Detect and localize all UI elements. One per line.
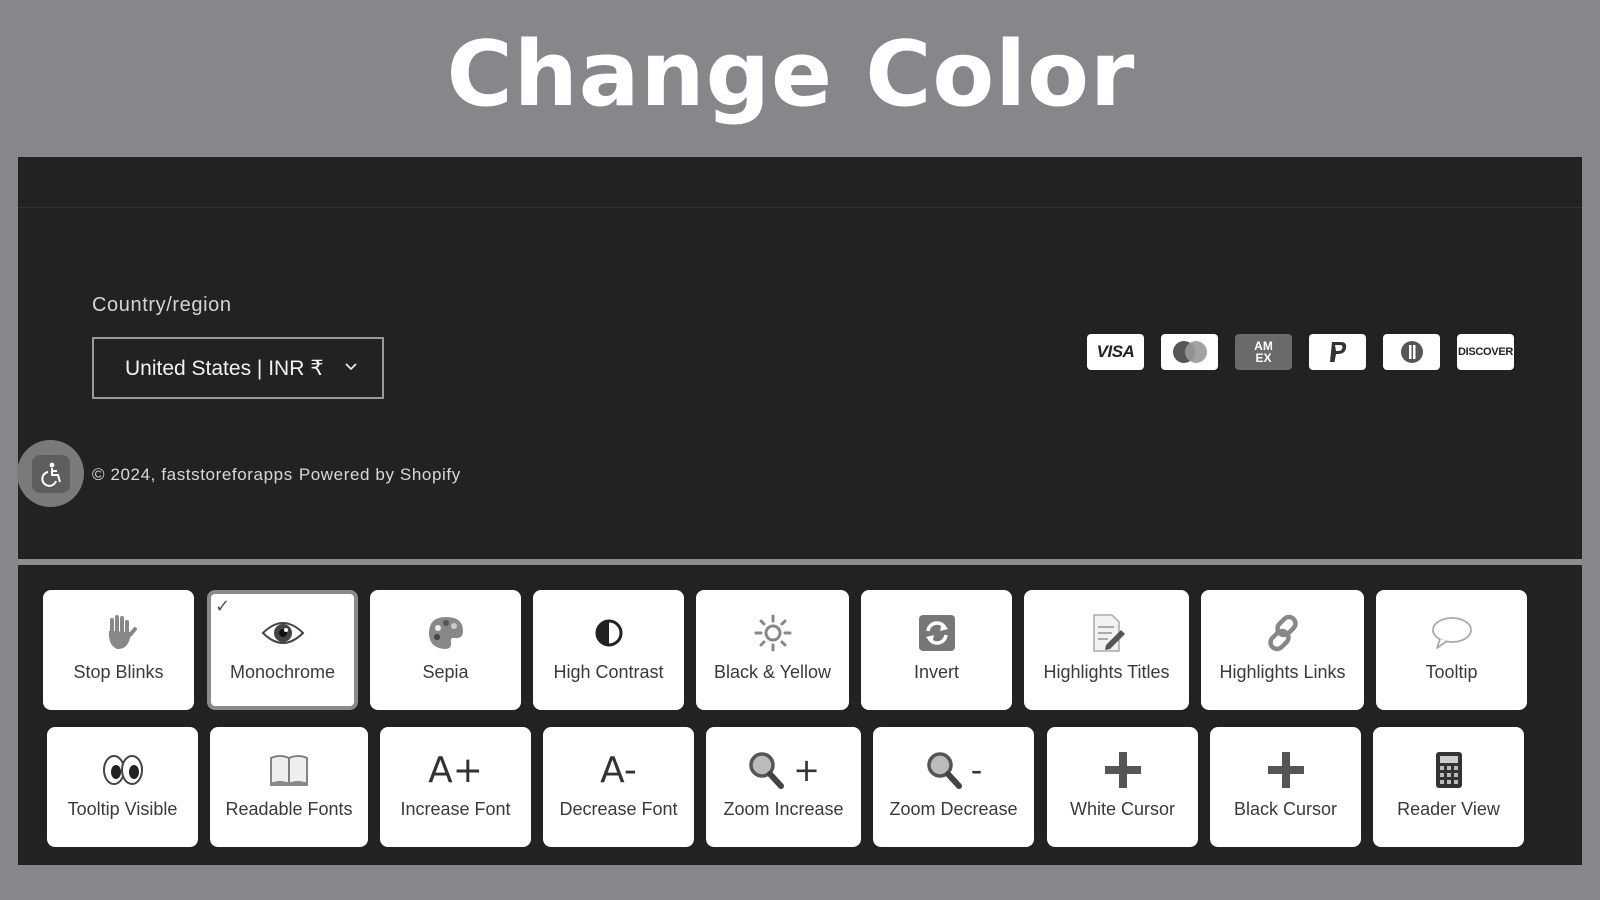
diners-icon (1383, 334, 1440, 370)
link-icon (1263, 610, 1303, 656)
tile-label: Stop Blinks (73, 662, 164, 682)
tile-label: Zoom Decrease (889, 799, 1018, 819)
powered-by-link[interactable]: Powered by Shopify (299, 465, 461, 484)
visa-icon: VISA (1087, 334, 1144, 370)
decrease-font-button[interactable]: A- Decrease Font (543, 727, 694, 847)
tile-label: Zoom Increase (723, 799, 844, 819)
palette-icon (426, 610, 466, 656)
country-select[interactable]: United States | INR ₹ (92, 337, 384, 399)
calculator-icon (1435, 747, 1463, 793)
readable-fonts-button[interactable]: Readable Fonts (210, 727, 368, 847)
accessibility-panel: Stop Blinks ✓ Monochrome Sepia High Cont… (18, 565, 1582, 865)
font-increase-icon: A+ (428, 749, 483, 791)
zoom-increase-button[interactable]: + Zoom Increase (706, 727, 861, 847)
plus-cursor-icon (1104, 747, 1142, 793)
country-label: Country/region (92, 294, 232, 316)
tile-label: High Contrast (553, 662, 664, 682)
zoom-out-icon: - (925, 747, 982, 793)
amex-icon: AM EX (1235, 334, 1292, 370)
tile-label: Tooltip (1425, 662, 1478, 682)
tile-label: Highlights Links (1219, 662, 1346, 682)
page-headline: Change Color (446, 22, 1136, 127)
tooltip-button[interactable]: Tooltip (1376, 590, 1527, 710)
copyright: © 2024, faststoreforapps Powered by Shopi… (92, 465, 467, 485)
tile-label: Invert (913, 662, 960, 682)
discover-icon: DISCOVER (1457, 334, 1514, 370)
highlight-titles-button[interactable]: Highlights Titles (1024, 590, 1189, 710)
sun-icon (753, 610, 793, 656)
check-icon: ✓ (215, 596, 231, 617)
tile-label: Readable Fonts (225, 799, 353, 819)
invert-button[interactable]: Invert (861, 590, 1012, 710)
eyes-icon (102, 747, 144, 793)
sepia-button[interactable]: Sepia (370, 590, 521, 710)
mastercard-icon (1161, 334, 1218, 370)
tooltip-visible-button[interactable]: Tooltip Visible (47, 727, 198, 847)
tile-label: Monochrome (229, 662, 336, 682)
book-icon (269, 747, 309, 793)
tile-label: Black Cursor (1233, 799, 1338, 819)
tile-label: Increase Font (400, 799, 511, 819)
increase-font-button[interactable]: A+ Increase Font (380, 727, 531, 847)
tile-label: Reader View (1397, 799, 1500, 819)
copyright-text: © 2024, faststoreforapps (92, 465, 293, 484)
invert-icon (918, 610, 956, 656)
zoom-decrease-button[interactable]: - Zoom Decrease (873, 727, 1034, 847)
accessibility-toggle-button[interactable] (17, 440, 84, 507)
plus-cursor-icon (1267, 747, 1305, 793)
wheelchair-icon (31, 454, 70, 493)
black-yellow-button[interactable]: Black & Yellow (696, 590, 849, 710)
monochrome-button[interactable]: ✓ Monochrome (207, 590, 358, 710)
tile-label: Highlights Titles (1043, 662, 1170, 682)
zoom-in-icon: + (747, 747, 820, 793)
black-cursor-button[interactable]: Black Cursor (1210, 727, 1361, 847)
tile-label: Decrease Font (559, 799, 678, 819)
contrast-icon (594, 610, 624, 656)
footer-divider (18, 207, 1582, 208)
eye-icon (261, 610, 305, 656)
chevron-down-icon (345, 363, 357, 371)
high-contrast-button[interactable]: High Contrast (533, 590, 684, 710)
font-decrease-icon: A- (600, 749, 637, 791)
tile-label: Tooltip Visible (67, 799, 178, 819)
speech-bubble-icon (1431, 610, 1473, 656)
paypal-icon (1309, 334, 1366, 370)
country-value: United States | INR ₹ (125, 356, 324, 380)
stop-blinks-button[interactable]: Stop Blinks (43, 590, 194, 710)
tile-label: Black & Yellow (713, 662, 832, 682)
document-pencil-icon (1088, 610, 1126, 656)
reader-view-button[interactable]: Reader View (1373, 727, 1524, 847)
white-cursor-button[interactable]: White Cursor (1047, 727, 1198, 847)
highlight-links-button[interactable]: Highlights Links (1201, 590, 1364, 710)
tile-label: Sepia (422, 662, 469, 682)
hand-icon (99, 610, 139, 656)
payment-icons: VISA AM EX DISCOVER (1087, 334, 1514, 370)
tile-label: White Cursor (1069, 799, 1176, 819)
store-footer: Country/region United States | INR ₹ © 2… (18, 157, 1582, 559)
